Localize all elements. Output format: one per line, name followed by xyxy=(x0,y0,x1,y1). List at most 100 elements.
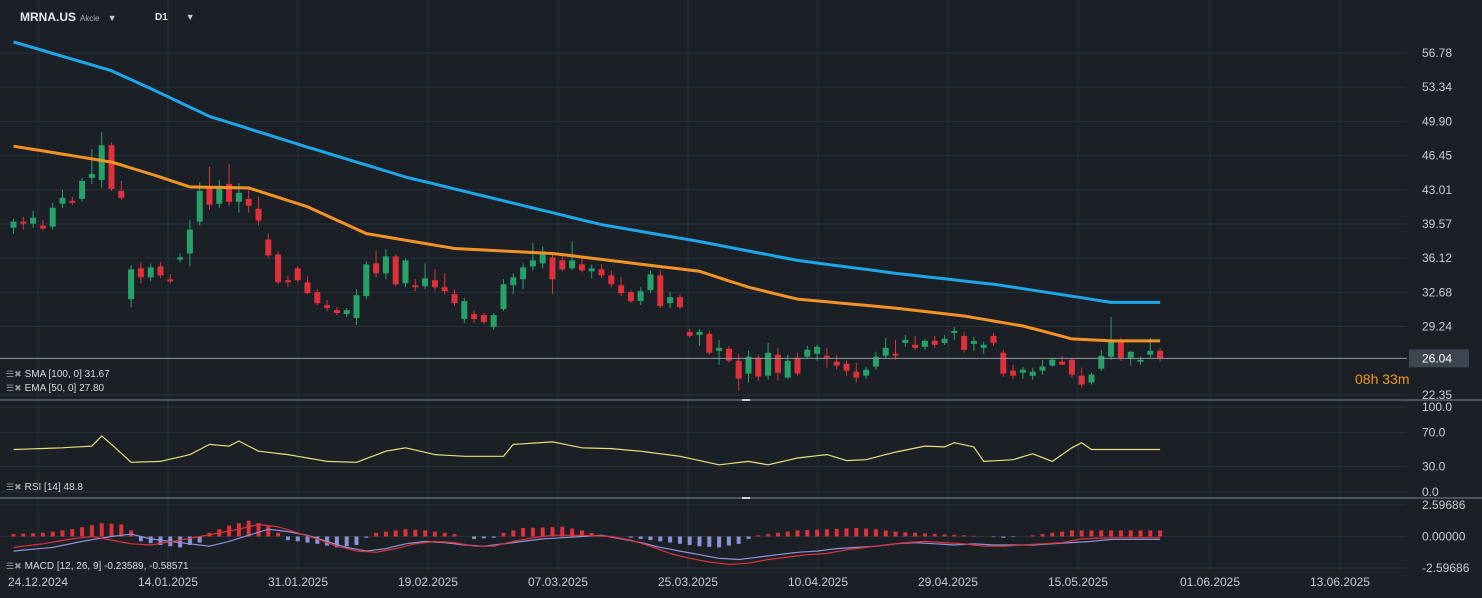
candle-body xyxy=(1049,359,1056,366)
macd-bar xyxy=(922,533,927,537)
candle-body xyxy=(79,180,86,199)
macd-tick-label: -2.59686 xyxy=(1422,561,1470,575)
candle-body xyxy=(559,260,566,270)
macd-bar xyxy=(854,528,859,537)
macd-bar xyxy=(40,532,45,537)
macd-bar xyxy=(70,529,75,537)
macd-bar xyxy=(413,529,418,537)
macd-bar xyxy=(472,536,477,539)
rsi-legend[interactable]: ☰✖ RSI [14] 48.8 xyxy=(6,482,83,493)
candle-body xyxy=(843,363,850,371)
candle-body xyxy=(520,267,527,280)
candle-body xyxy=(373,263,380,274)
candle-body xyxy=(206,187,213,205)
candle-body xyxy=(1098,355,1105,369)
candle-body xyxy=(980,344,987,348)
macd-bar xyxy=(266,525,271,537)
sma-legend[interactable]: ☰✖ SMA [100, 0] 31.67 xyxy=(6,369,110,380)
date-tick-label: 10.04.2025 xyxy=(788,575,848,589)
candle-body xyxy=(647,274,654,291)
candle-body xyxy=(941,338,948,343)
macd-bar xyxy=(1128,530,1133,537)
macd-bar xyxy=(962,535,967,537)
price-tick-label: 36.12 xyxy=(1422,251,1452,265)
price-tick-label: 32.68 xyxy=(1422,285,1452,299)
macd-bar xyxy=(766,534,771,537)
macd-bar xyxy=(658,536,663,542)
candle-body xyxy=(157,266,164,276)
pane-resize-handle xyxy=(742,399,750,401)
macd-bar xyxy=(393,530,398,537)
macd-bar xyxy=(1148,530,1153,537)
symbol-label: MRNA.US xyxy=(20,10,76,24)
candle-body xyxy=(833,361,840,366)
macd-bar xyxy=(11,534,16,537)
candle-countdown: 08h 33m xyxy=(1355,371,1409,387)
candle-body xyxy=(392,256,399,285)
settings-icon[interactable]: ☰✖ xyxy=(6,482,22,492)
sma-legend-label: SMA [100, 0] 31.67 xyxy=(24,369,110,380)
chevron-down-icon[interactable]: ▼ xyxy=(108,13,117,23)
candle-body xyxy=(265,239,272,256)
candle-body xyxy=(1117,340,1124,358)
settings-icon[interactable]: ☰✖ xyxy=(6,561,22,571)
candle-body xyxy=(294,268,301,281)
candle-body xyxy=(657,275,664,307)
rsi-line xyxy=(13,435,1161,466)
candle-body xyxy=(706,333,713,353)
candle-body xyxy=(814,346,821,354)
candle-body xyxy=(471,314,478,320)
macd-bar xyxy=(726,536,731,546)
candle-body xyxy=(921,340,928,347)
price-tick-label: 43.01 xyxy=(1422,183,1452,197)
grid xyxy=(0,0,1407,570)
macd-bar xyxy=(1089,530,1094,537)
candle-body xyxy=(137,268,144,278)
candle-body xyxy=(1068,359,1075,375)
symbol-selector[interactable]: MRNA.US Akcie ▼ xyxy=(20,10,116,24)
ema-legend[interactable]: ☰✖ EMA [50, 0] 27.80 xyxy=(6,383,104,394)
candle-body xyxy=(461,301,468,320)
candle-body xyxy=(882,347,889,356)
macd-bar xyxy=(1011,536,1016,538)
candle-body xyxy=(970,340,977,344)
candle-body xyxy=(510,277,517,286)
candle-body xyxy=(1059,361,1066,365)
macd-bar xyxy=(1030,535,1035,537)
macd-bar xyxy=(883,530,888,537)
macd-bar xyxy=(1001,536,1006,538)
instrument-type: Akcie xyxy=(80,14,100,23)
macd-bar xyxy=(932,534,937,537)
macd-legend[interactable]: ☰✖ MACD [12, 26, 9] -0.23589, -0.58571 xyxy=(6,561,189,572)
price-chart[interactable]: 56.78 53.34 49.90 46.45 43.01 39.57 36.12 32.68… xyxy=(0,0,1482,598)
macd-bar xyxy=(785,531,790,537)
macd-bar xyxy=(707,536,712,547)
candle-body xyxy=(608,275,615,285)
macd-bar xyxy=(844,528,849,537)
macd-bar xyxy=(295,536,300,542)
candle-body xyxy=(1147,350,1154,355)
macd-bar xyxy=(668,536,673,543)
candle-body xyxy=(20,221,27,224)
settings-icon[interactable]: ☰✖ xyxy=(6,369,22,379)
macd-bar xyxy=(1060,531,1065,537)
macd-bar xyxy=(442,532,447,537)
chevron-down-icon[interactable]: ▼ xyxy=(186,12,195,22)
candle-body xyxy=(990,335,997,343)
price-tick-label: 26.04 xyxy=(1422,351,1452,365)
macd-bar xyxy=(148,536,153,544)
candle-body xyxy=(98,145,105,180)
macd-bar xyxy=(109,523,114,537)
candle-body xyxy=(1127,351,1134,358)
timeframe-selector[interactable]: D1 ▼ xyxy=(155,12,195,23)
settings-icon[interactable]: ☰✖ xyxy=(6,383,22,393)
price-tick-label: 39.57 xyxy=(1422,217,1452,231)
macd-bar xyxy=(1040,534,1045,537)
macd-bar xyxy=(864,528,869,537)
candle-body xyxy=(304,282,311,294)
candle-body xyxy=(167,279,174,282)
candle-body xyxy=(1108,340,1115,357)
macd-bar xyxy=(628,536,633,538)
macd-bar xyxy=(677,536,682,544)
candle-body xyxy=(853,371,860,378)
